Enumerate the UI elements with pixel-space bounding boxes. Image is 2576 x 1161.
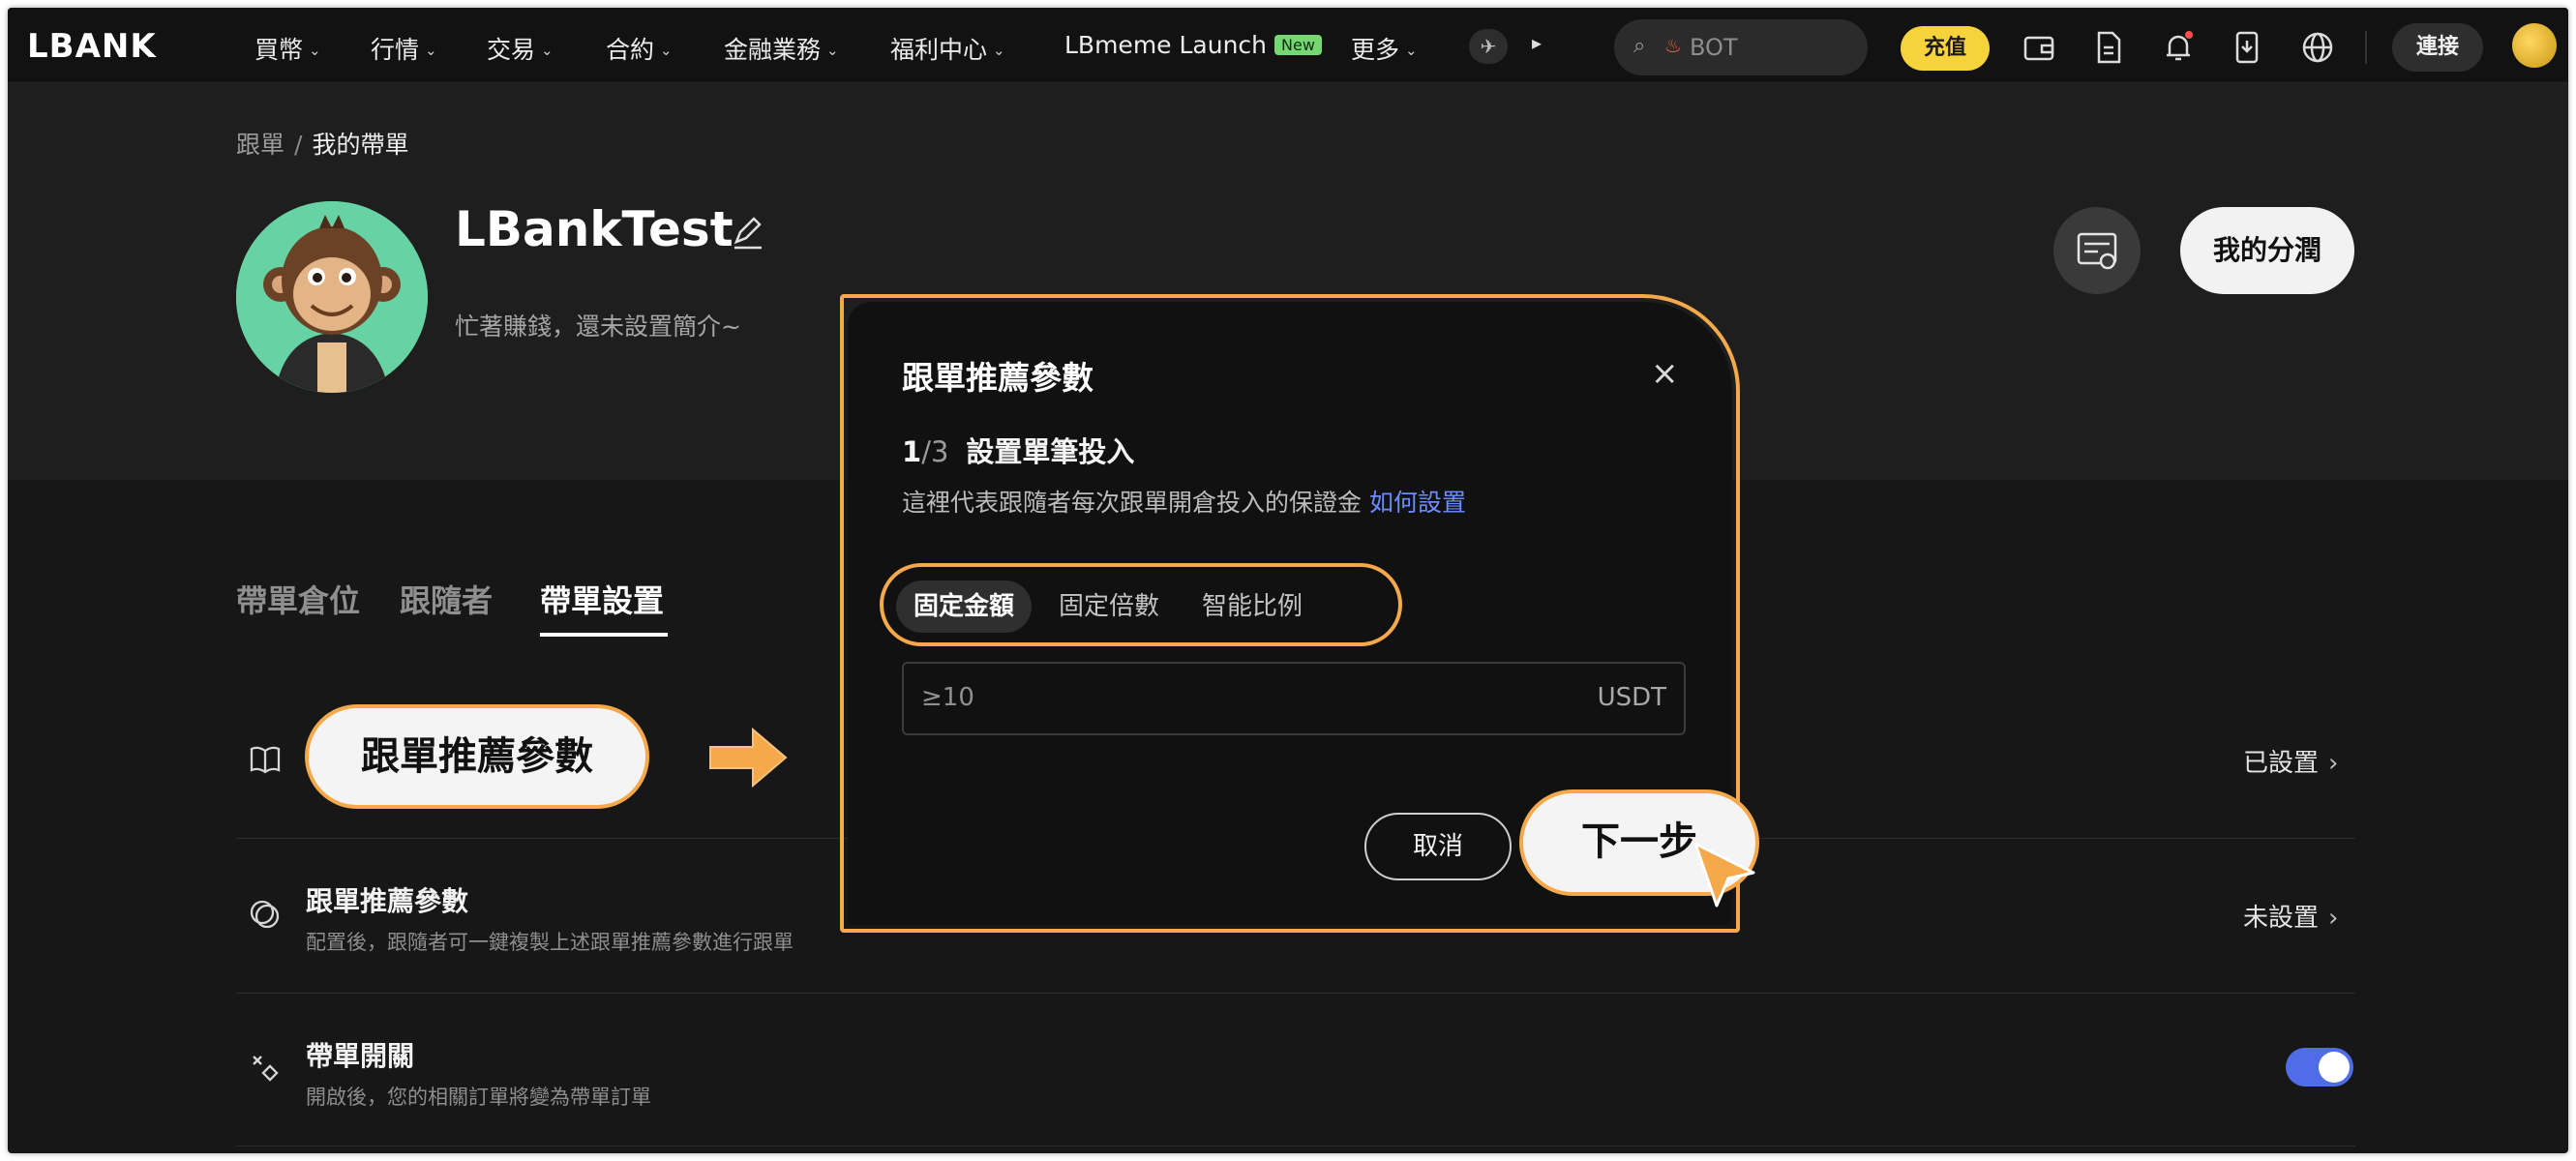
modal-title: 跟單推薦參數 [902, 359, 1093, 397]
recommended-params-callout[interactable]: 跟單推薦參數 [305, 704, 649, 809]
breadcrumb: 跟單 / 我的帶單 [236, 126, 408, 161]
breadcrumb-parent[interactable]: 跟單 [236, 131, 285, 159]
status-text: 未設置 [2243, 904, 2320, 933]
caret-right-icon[interactable]: ▸ [1532, 31, 1542, 54]
profile-bio: 忙著賺錢，還未設置簡介~ [455, 313, 741, 341]
share-card-button[interactable] [2053, 207, 2141, 294]
nav-lbmeme-launch[interactable]: LBmeme Launch New [1064, 31, 1322, 59]
edit-pencil-icon[interactable] [729, 213, 767, 252]
profile-avatar [236, 201, 428, 393]
monkey-avatar-illustration [236, 201, 428, 393]
nav-label: 行情 [371, 36, 420, 64]
close-icon[interactable]: × [1651, 354, 1679, 393]
chevron-down-icon: ⌄ [425, 42, 437, 59]
step-current: 1 [902, 435, 922, 468]
amount-placeholder: ≥10 [921, 683, 974, 712]
row2-subtitle: 配置後，跟隨者可一鍵複製上述跟單推薦參數進行跟單 [306, 931, 794, 954]
how-to-set-link[interactable]: 如何設置 [1369, 489, 1466, 517]
download-icon[interactable] [2230, 29, 2266, 66]
step-total: /3 [921, 435, 949, 468]
chevron-right-icon: › [2328, 904, 2339, 933]
segment-fixed-multiple[interactable]: 固定倍數 [1041, 580, 1177, 633]
chevron-down-icon: ⌄ [660, 42, 673, 59]
deposit-button[interactable]: 充值 [1901, 26, 1990, 71]
breadcrumb-current: 我的帶單 [312, 131, 409, 159]
cancel-button[interactable]: 取消 [1364, 813, 1512, 880]
active-tab-underline [540, 633, 668, 637]
bell-icon[interactable] [2160, 29, 2197, 66]
step-label: 設置單筆投入 [966, 435, 1135, 468]
tab-lead-positions[interactable]: 帶單倉位 [236, 577, 360, 621]
modal-step: 1/3 設置單筆投入 [902, 430, 1134, 470]
amount-unit: USDT [1597, 683, 1666, 712]
segment-fixed-amount[interactable]: 固定金額 [896, 580, 1033, 633]
description-text: 這裡代表跟隨者每次跟單開倉投入的保證金 [902, 489, 1363, 517]
copy-circles-icon [250, 900, 280, 929]
breadcrumb-separator: / [294, 131, 303, 159]
lbank-logo[interactable]: LBANK [27, 27, 157, 66]
search-icon: ⌕ [1633, 34, 1646, 58]
nav-rewards[interactable]: 福利中心 ⌄ [890, 31, 1005, 66]
row3-subtitle: 開啟後，您的相關訂單將變為帶單訂單 [306, 1086, 651, 1109]
nav-futures[interactable]: 合約 ⌄ [606, 31, 673, 66]
tab-followers[interactable]: 跟隨者 [400, 577, 493, 621]
arrow-right-icon [709, 727, 788, 789]
nav-more[interactable]: 更多 ⌄ [1351, 31, 1418, 66]
share-card-icon [2077, 232, 2117, 270]
wallet-icon[interactable] [2021, 29, 2057, 66]
nav-label: 金融業務 [724, 36, 822, 64]
chevron-down-icon: ⌄ [541, 42, 554, 59]
amount-input[interactable]: ≥10 USDT [902, 662, 1686, 735]
row3-title: 帶單開關 [306, 1040, 415, 1072]
connect-button[interactable]: 連接 [2392, 23, 2483, 72]
username: LBankTest [455, 201, 734, 257]
nav-markets[interactable]: 行情 ⌄ [371, 31, 437, 66]
cursor-pointer-icon [1693, 842, 1755, 908]
search-bar[interactable]: ⌕ ♨ BOT [1614, 19, 1868, 75]
search-placeholder: BOT [1690, 34, 1738, 61]
nav-buy-coin[interactable]: 買幣 ⌄ [255, 31, 321, 66]
switch-handle-icon [253, 1056, 279, 1082]
nav-label: 買幣 [255, 36, 304, 64]
status-text: 已設置 [2243, 749, 2320, 778]
chevron-down-icon: ⌄ [309, 42, 321, 59]
globe-icon[interactable] [2299, 29, 2336, 66]
chevron-down-icon: ⌄ [993, 42, 1005, 59]
top-nav: LBANK 買幣 ⌄ 行情 ⌄ 交易 ⌄ 合約 ⌄ 金融業務 ⌄ 福利中心 ⌄ LBmeme… [8, 8, 2568, 83]
row-divider [236, 993, 2355, 994]
my-profit-share-button[interactable]: 我的分潤 [2180, 207, 2354, 294]
nav-trade[interactable]: 交易 ⌄ [487, 31, 554, 66]
toggle-knob [2319, 1052, 2350, 1083]
user-avatar[interactable] [2512, 23, 2557, 68]
lead-trading-toggle[interactable] [2286, 1048, 2353, 1087]
document-icon[interactable] [2090, 29, 2127, 66]
new-badge: New [1274, 35, 1322, 55]
coin-icon[interactable]: ✈ [1469, 29, 1508, 64]
chevron-down-icon: ⌄ [1405, 42, 1418, 59]
nav-label: 福利中心 [890, 36, 988, 64]
chevron-down-icon: ⌄ [826, 42, 839, 59]
nav-label: 合約 [606, 36, 655, 64]
segment-smart-ratio[interactable]: 智能比例 [1184, 580, 1320, 633]
chevron-right-icon: › [2328, 749, 2339, 778]
row2-status[interactable]: 未設置 › [2243, 898, 2338, 934]
modal-description: 這裡代表跟隨者每次跟單開倉投入的保證金 如何設置 [902, 484, 1466, 519]
nav-finance[interactable]: 金融業務 ⌄ [724, 31, 839, 66]
row2-title: 跟單推薦參數 [306, 885, 469, 917]
fire-icon: ♨ [1664, 34, 1682, 57]
row1-status[interactable]: 已設置 › [2243, 743, 2338, 779]
nav-label: LBmeme Launch [1064, 31, 1268, 59]
tab-lead-settings[interactable]: 帶單設置 [540, 577, 664, 621]
app-window: LBANK 買幣 ⌄ 行情 ⌄ 交易 ⌄ 合約 ⌄ 金融業務 ⌄ 福利中心 ⌄ LBmeme… [8, 8, 2568, 1153]
nav-label: 交易 [487, 36, 536, 64]
nav-divider [2365, 31, 2367, 64]
nav-label: 更多 [1351, 36, 1400, 64]
book-icon [250, 746, 281, 774]
